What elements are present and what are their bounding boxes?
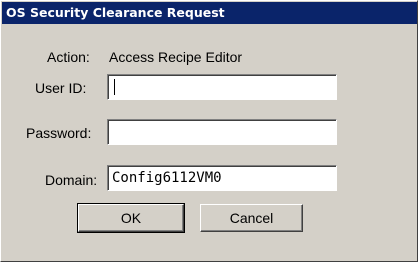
domain-label: Domain:	[45, 172, 98, 188]
title-bar[interactable]: OS Security Clearance Request	[2, 2, 417, 24]
text-caret	[114, 79, 115, 95]
user-id-input[interactable]	[107, 74, 337, 100]
dialog-title: OS Security Clearance Request	[6, 5, 225, 20]
cancel-button[interactable]: Cancel	[200, 204, 303, 232]
action-label: Action:	[47, 49, 90, 65]
security-clearance-dialog: OS Security Clearance Request Action: Ac…	[0, 0, 418, 262]
user-id-label: User ID:	[35, 80, 87, 96]
action-value: Access Recipe Editor	[109, 49, 243, 65]
password-input[interactable]	[107, 119, 337, 145]
password-label: Password:	[26, 125, 92, 141]
domain-input[interactable]	[107, 165, 337, 191]
ok-button[interactable]: OK	[77, 203, 185, 233]
